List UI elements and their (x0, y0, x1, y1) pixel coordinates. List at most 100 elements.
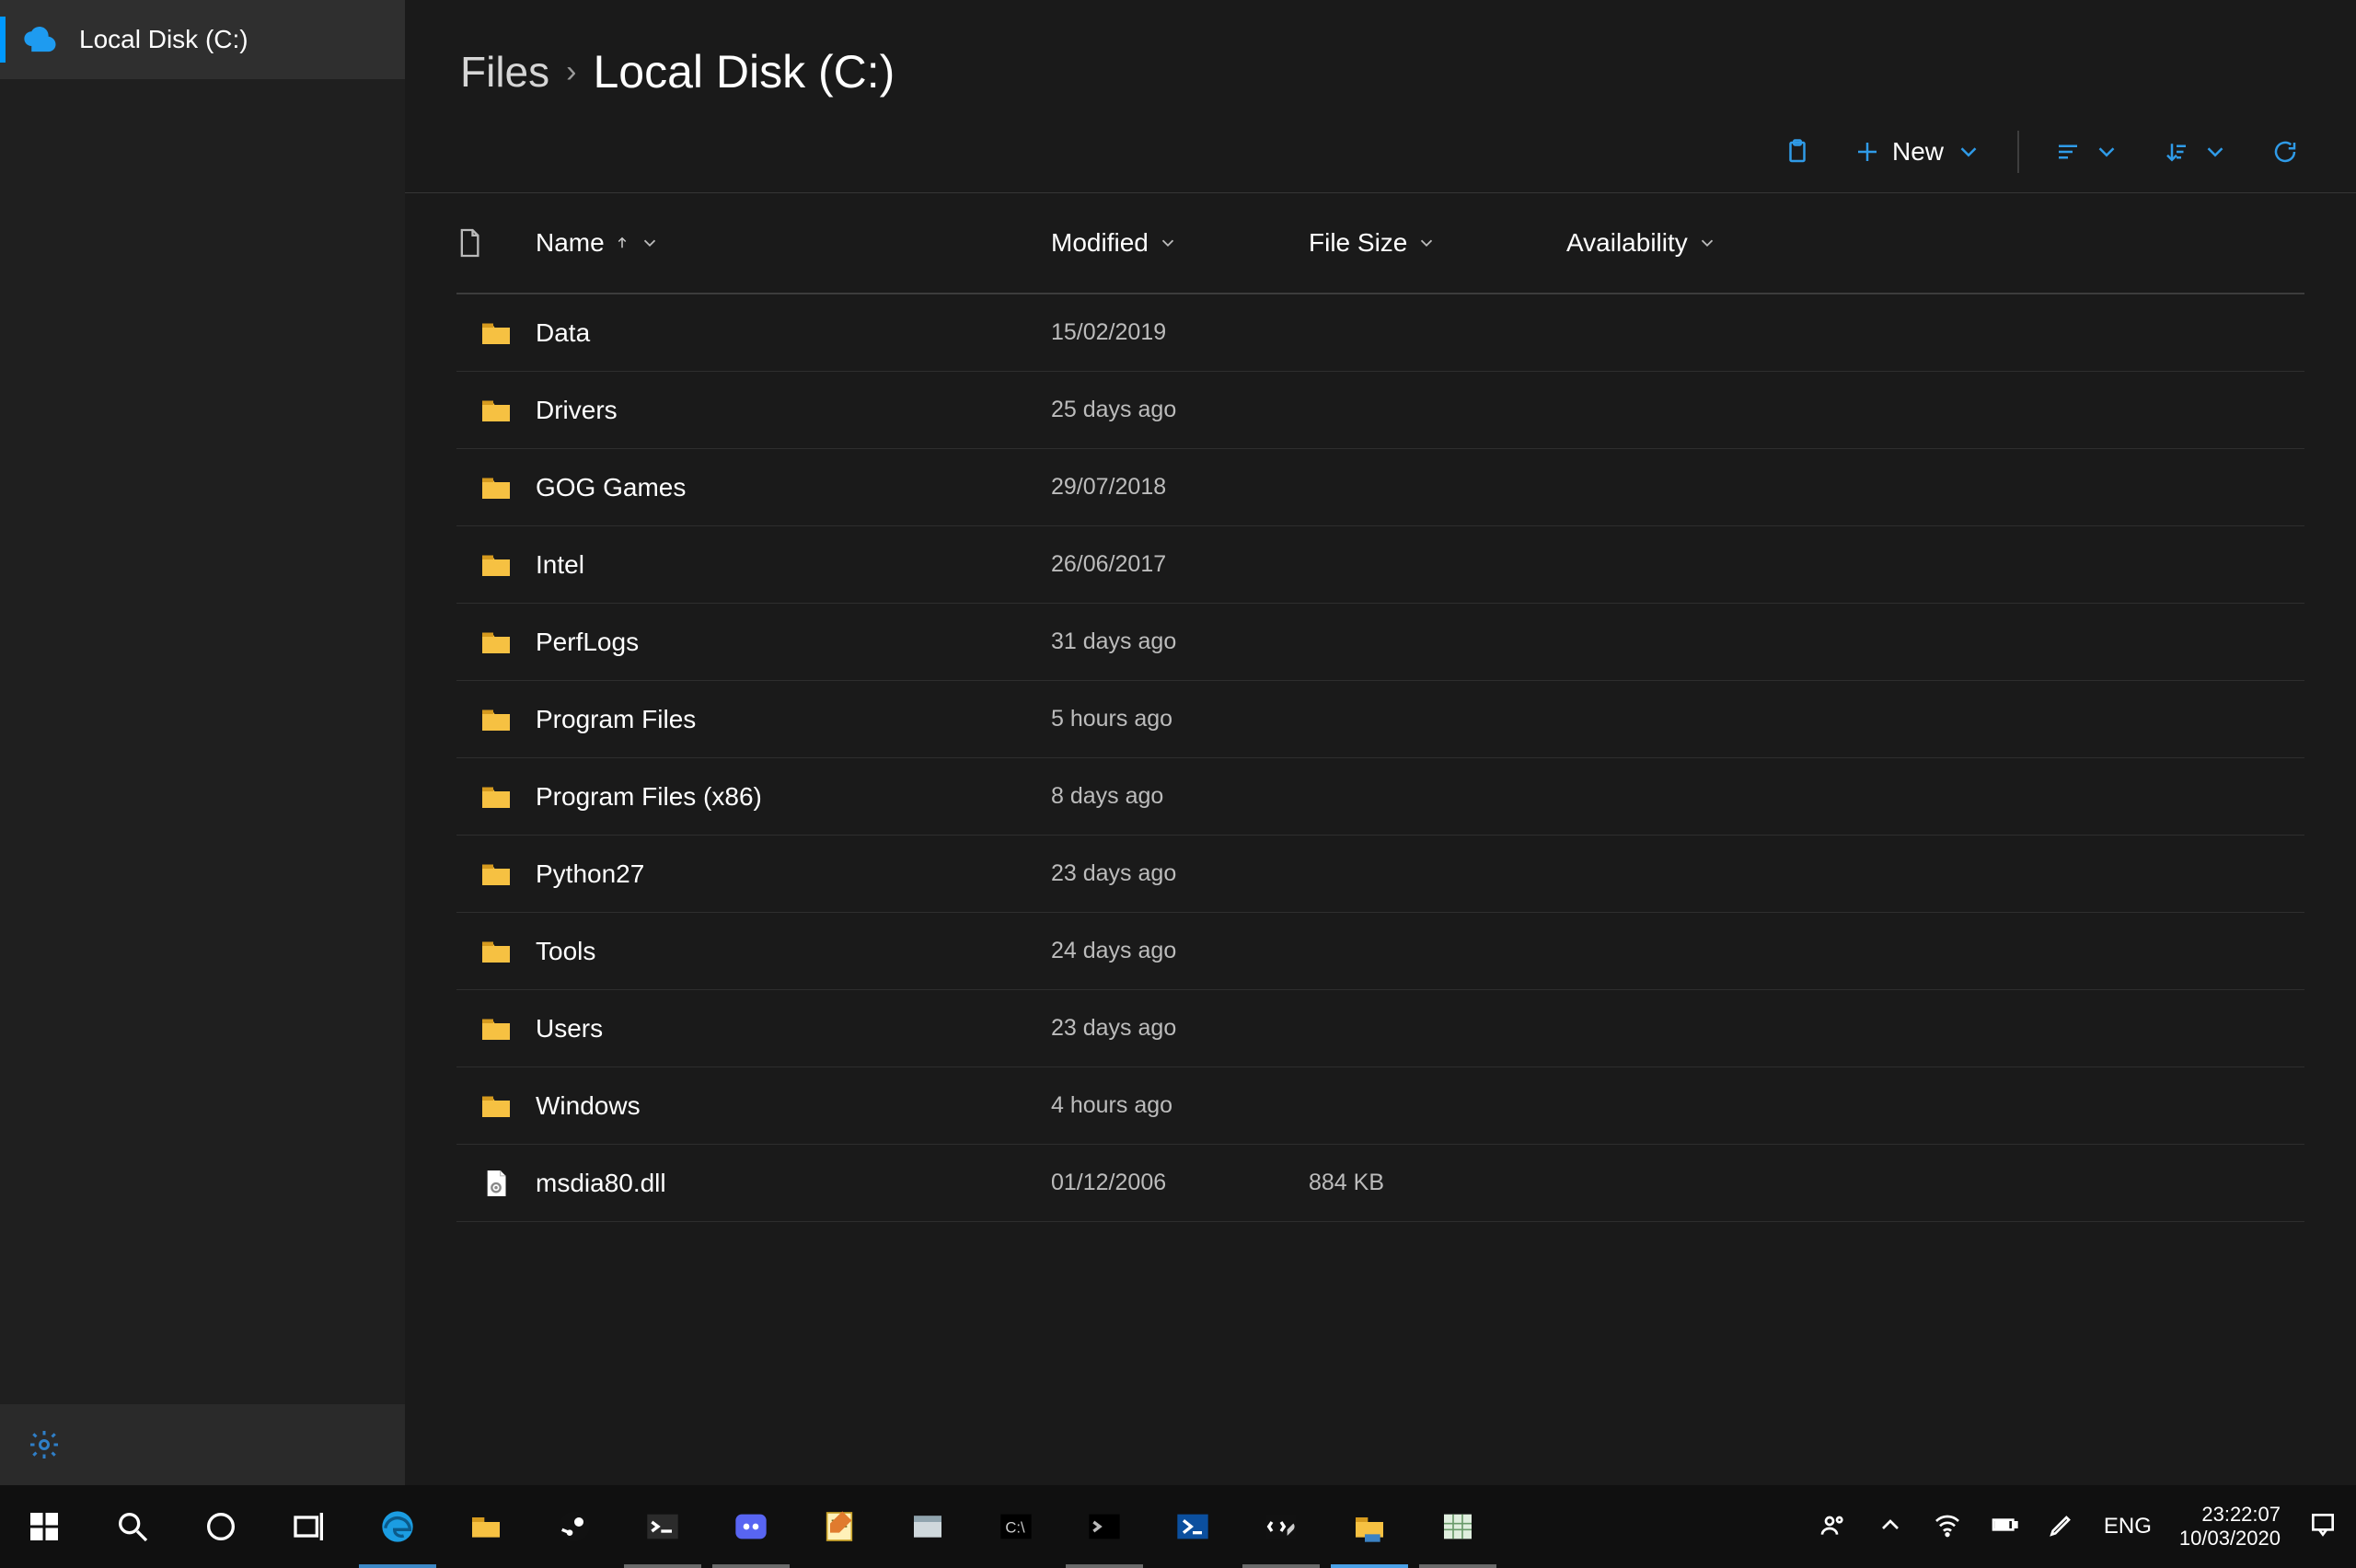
file-outline-icon (456, 227, 482, 259)
row-modified: 29/07/2018 (1051, 474, 1309, 501)
folder-icon (479, 397, 513, 424)
tray-date: 10/03/2020 (2179, 1527, 2281, 1551)
column-type[interactable] (456, 227, 536, 259)
taskbar-app-files[interactable] (1325, 1485, 1414, 1568)
tray-language[interactable]: ENG (2104, 1514, 2152, 1539)
breadcrumb-current: Local Disk (C:) (593, 45, 895, 98)
sort-button[interactable] (2155, 124, 2236, 179)
tray-wifi[interactable] (1933, 1510, 1962, 1544)
row-name: Python27 (536, 859, 1051, 889)
row-name: Program Files (x86) (536, 782, 1051, 812)
taskbar-app-discord[interactable] (707, 1485, 795, 1568)
table-row[interactable]: Program Files5 hours ago (456, 681, 2304, 758)
folder-icon (468, 1508, 504, 1545)
folder-icon (479, 474, 513, 502)
folder-icon (479, 551, 513, 579)
taskbar-app-cmd[interactable]: C:\ (972, 1485, 1060, 1568)
column-modified[interactable]: Modified (1051, 228, 1309, 258)
windows-logo-icon (28, 1510, 61, 1543)
table-row[interactable]: Drivers25 days ago (456, 372, 2304, 449)
taskbar-app-explorer[interactable] (442, 1485, 530, 1568)
paste-button[interactable] (1776, 124, 1819, 179)
chevron-down-icon (2093, 138, 2120, 166)
tray-people[interactable] (1819, 1510, 1848, 1544)
table-row[interactable]: Python2723 days ago (456, 836, 2304, 913)
table-row[interactable]: Program Files (x86)8 days ago (456, 758, 2304, 836)
chevron-up-icon (1876, 1510, 1905, 1539)
folder-icon (479, 938, 513, 965)
row-modified: 15/02/2019 (1051, 319, 1309, 346)
tab-label: Local Disk (C:) (79, 25, 248, 54)
cloud-drive-icon (20, 27, 59, 52)
taskbar-app-generic1[interactable] (884, 1485, 972, 1568)
table-row[interactable]: msdia80.dll01/12/2006884 KB (456, 1145, 2304, 1222)
taskbar-app-spreadsheet[interactable] (1414, 1485, 1502, 1568)
tray-battery[interactable] (1990, 1510, 2019, 1544)
tray-overflow[interactable] (1876, 1510, 1905, 1544)
chevron-down-icon (1416, 233, 1437, 253)
folder-icon (479, 1092, 513, 1120)
folder-app-icon (1351, 1508, 1388, 1545)
battery-icon (1990, 1510, 2019, 1539)
chevron-down-icon (1158, 233, 1178, 253)
column-filesize[interactable]: File Size (1309, 228, 1566, 258)
row-name: PerfLogs (536, 628, 1051, 657)
taskbar-app-terminal[interactable] (618, 1485, 707, 1568)
column-filesize-label: File Size (1309, 228, 1407, 258)
file-table: Name Modified File Size Availability Da (405, 193, 2356, 1222)
chevron-down-icon (1697, 233, 1717, 253)
toolbar-divider (2017, 131, 2019, 173)
column-availability[interactable]: Availability (1566, 228, 1824, 258)
main: Files › Local Disk (C:) New (405, 0, 2356, 1485)
row-modified: 01/12/2006 (1051, 1170, 1309, 1196)
sort-arrow-icon (2163, 138, 2190, 166)
taskbar-app-notes[interactable] (795, 1485, 884, 1568)
row-name: Intel (536, 550, 1051, 580)
table-row[interactable]: Intel26/06/2017 (456, 526, 2304, 604)
row-modified: 5 hours ago (1051, 706, 1309, 732)
wifi-icon (1933, 1510, 1962, 1539)
taskbar-app-steam[interactable] (530, 1485, 618, 1568)
view-grouping-button[interactable] (2047, 124, 2128, 179)
table-row[interactable]: Data15/02/2019 (456, 294, 2304, 372)
table-row[interactable]: Tools24 days ago (456, 913, 2304, 990)
tab-local-disk[interactable]: Local Disk (C:) (0, 0, 405, 79)
list-lines-icon (2054, 138, 2082, 166)
table-row[interactable]: GOG Games29/07/2018 (456, 449, 2304, 526)
column-name[interactable]: Name (536, 228, 1051, 258)
tray-clock[interactable]: 23:22:07 10/03/2020 (2179, 1503, 2281, 1551)
taskbar-app-cmd2[interactable] (1060, 1485, 1149, 1568)
tray-ink[interactable] (2047, 1510, 2076, 1544)
breadcrumb-root[interactable]: Files (460, 47, 549, 97)
row-name: Data (536, 318, 1051, 348)
row-modified: 8 days ago (1051, 783, 1309, 810)
tray-action-center[interactable] (2308, 1510, 2338, 1544)
taskbar-app-edge[interactable] (353, 1485, 442, 1568)
folder-icon (479, 1015, 513, 1043)
column-availability-label: Availability (1566, 228, 1688, 258)
wrench-code-icon (1263, 1508, 1299, 1545)
people-icon (1819, 1510, 1848, 1539)
folder-icon (479, 628, 513, 656)
terminal-icon (644, 1508, 681, 1545)
chevron-down-icon (1955, 138, 1982, 166)
taskbar-search[interactable] (88, 1485, 177, 1568)
taskbar-cortana[interactable] (177, 1485, 265, 1568)
new-button[interactable]: New (1846, 124, 1990, 179)
refresh-button[interactable] (2264, 124, 2306, 179)
row-name: GOG Games (536, 473, 1051, 502)
spreadsheet-icon (1439, 1508, 1476, 1545)
taskbar-app-devtools[interactable] (1237, 1485, 1325, 1568)
taskbar-taskview[interactable] (265, 1485, 353, 1568)
powershell-icon (1174, 1508, 1211, 1545)
gear-icon (28, 1428, 61, 1461)
settings-button[interactable] (0, 1404, 405, 1485)
table-row[interactable]: PerfLogs31 days ago (456, 604, 2304, 681)
table-row[interactable]: Users23 days ago (456, 990, 2304, 1067)
taskbar-app-powershell[interactable] (1149, 1485, 1237, 1568)
start-button[interactable] (0, 1485, 88, 1568)
table-row[interactable]: Windows4 hours ago (456, 1067, 2304, 1145)
row-modified: 26/06/2017 (1051, 551, 1309, 578)
row-modified: 4 hours ago (1051, 1092, 1309, 1119)
steam-icon (556, 1508, 593, 1545)
